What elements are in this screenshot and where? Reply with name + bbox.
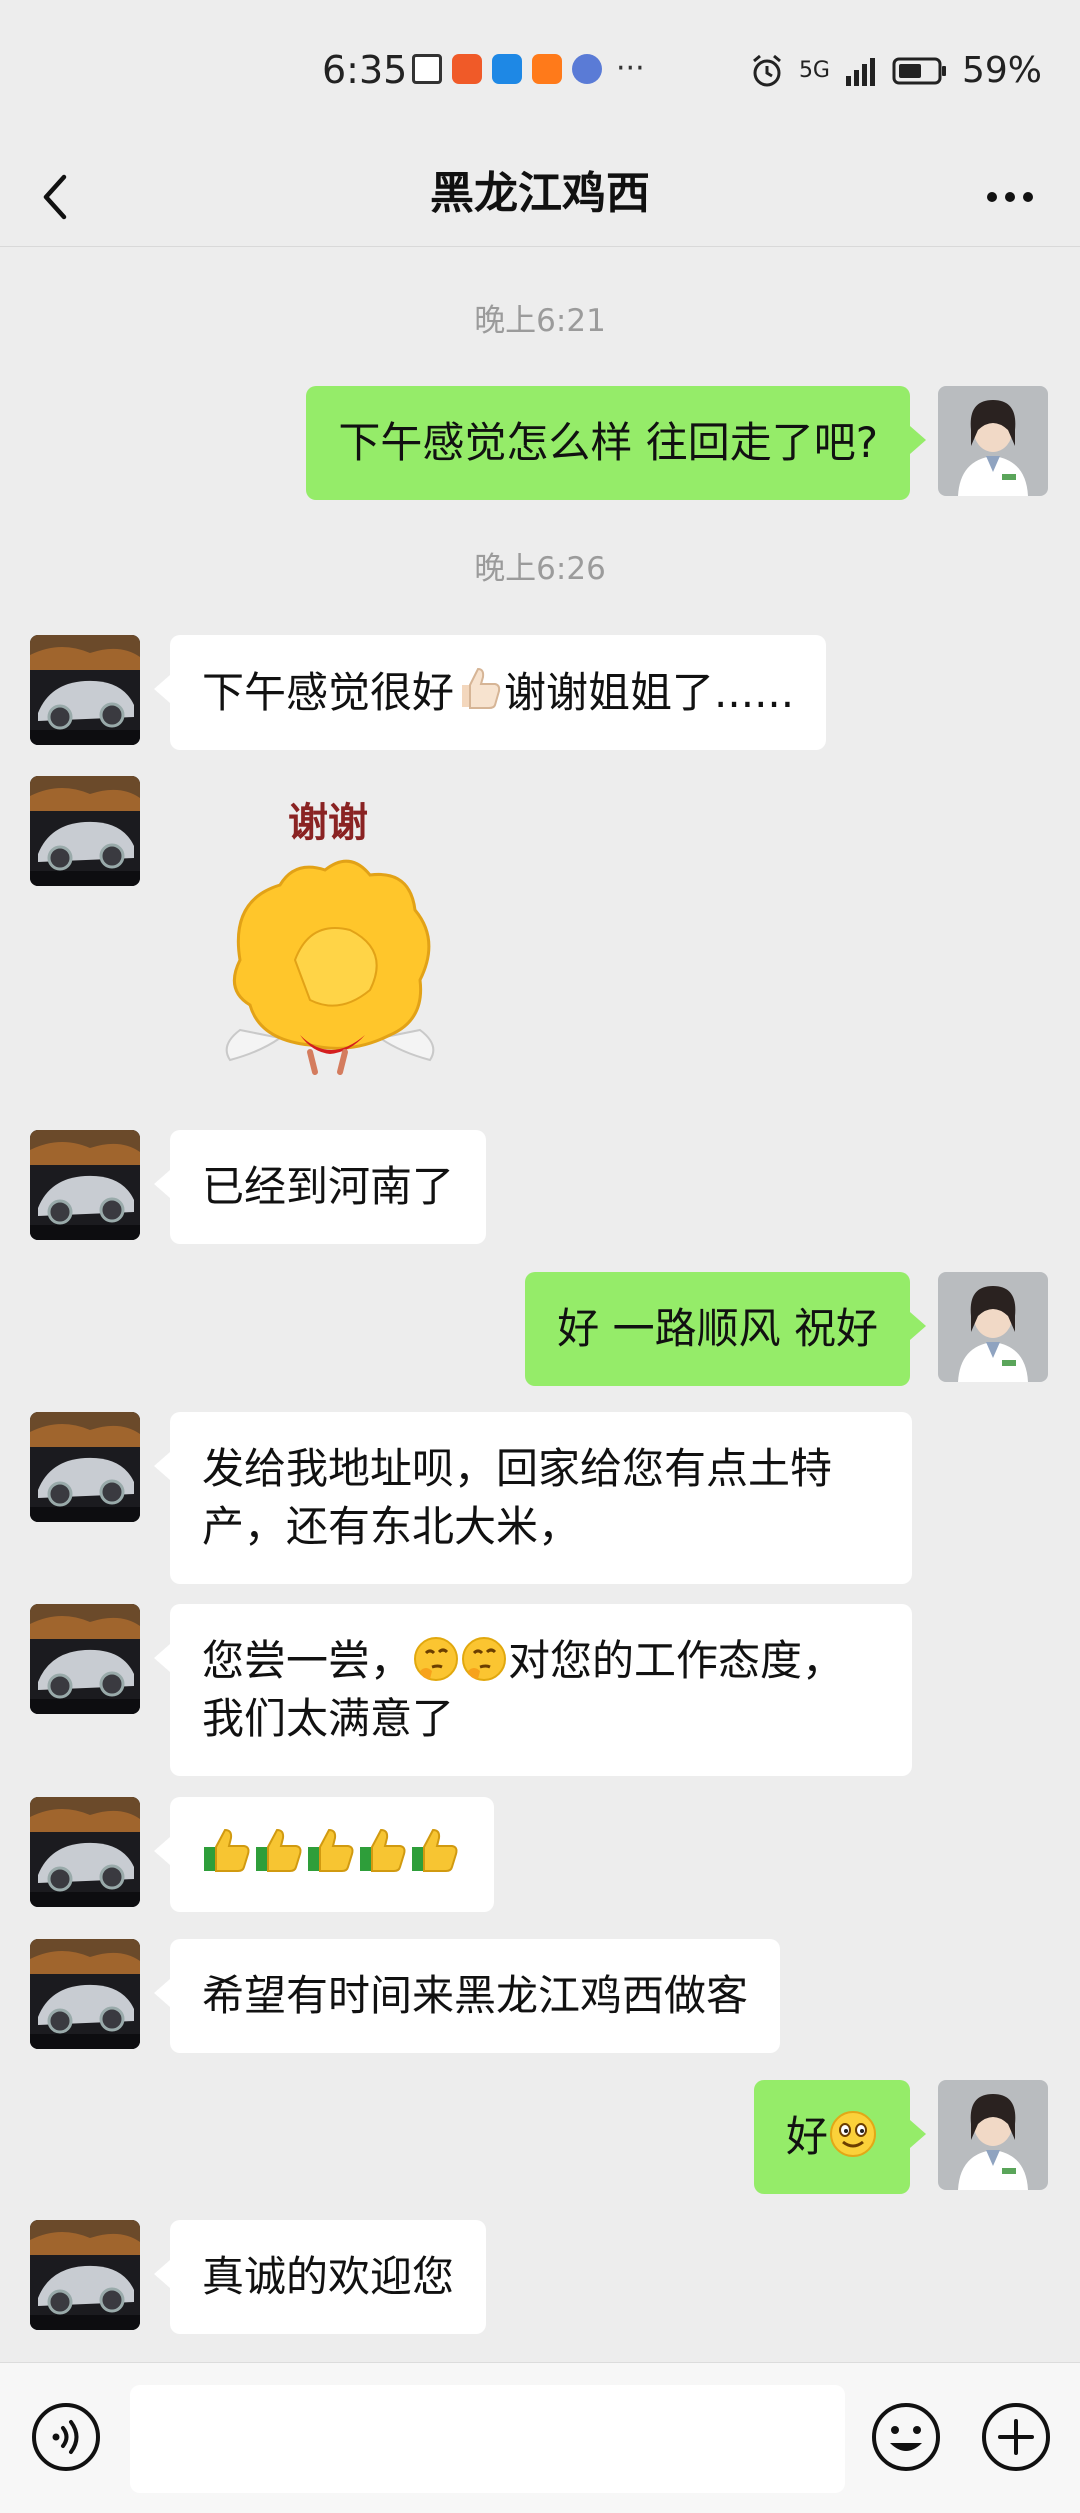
contact-avatar[interactable] (30, 635, 140, 745)
smile-emoji-icon (830, 2111, 876, 2157)
message-text: 谢谢姐姐了...... (504, 668, 795, 717)
more-options-icon[interactable] (980, 167, 1040, 227)
thumbs-up-emoji-icon (256, 1828, 302, 1872)
contact-avatar[interactable] (30, 1939, 140, 2049)
message-text: 好 (785, 2112, 828, 2161)
message-bubble-contact[interactable]: 已经到河南了 (153, 1130, 487, 1244)
message-input[interactable] (130, 2385, 845, 2493)
voice-input-icon[interactable] (30, 2401, 102, 2473)
gallery-notification-icon (412, 54, 442, 84)
status-time: 6:35 (322, 48, 408, 92)
self-avatar[interactable] (938, 2080, 1048, 2190)
battery-icon (892, 57, 946, 84)
self-avatar[interactable] (938, 386, 1048, 496)
message-text: 您尝一尝， (202, 1636, 413, 1685)
message-bubble-contact[interactable]: 下午感觉很好 谢谢姐姐了...... (153, 635, 827, 750)
more-functions-plus-icon[interactable] (980, 2401, 1052, 2473)
message-bubble-contact[interactable]: 希望有时间来黑龙江鸡西做客 (153, 1939, 781, 2053)
message-timestamp: 晚上6:26 (474, 551, 606, 587)
message-bubble-contact[interactable] (154, 1797, 494, 1912)
thumbs-up-emoji-icon (308, 1828, 354, 1872)
chat-header: 黑龙江鸡西 (0, 145, 1080, 247)
more-notifications-icon: ··· (616, 51, 645, 86)
contact-avatar[interactable] (30, 1412, 140, 1522)
status-bar: 6:35 ··· 5G 59% (0, 0, 1080, 145)
message-bubble-contact[interactable]: 真诚的欢迎您 (153, 2220, 487, 2334)
contact-avatar[interactable] (30, 1130, 140, 1240)
chat-title: 黑龙江鸡西 (430, 168, 650, 219)
thumbs-up-emoji-icon (462, 667, 501, 709)
message-bubble-self[interactable]: 下午感觉怎么样 往回走了吧? (306, 386, 926, 500)
notification-icons: ··· (412, 54, 645, 84)
message-bubble-contact[interactable]: 您尝一尝， 对您的工作态度，我们太满意了 (154, 1604, 912, 1776)
message-text: 下午感觉很好 (202, 668, 455, 717)
contact-avatar[interactable] (30, 2220, 140, 2330)
emoji-picker-icon[interactable] (870, 2401, 942, 2473)
contact-avatar[interactable] (30, 1797, 140, 1907)
thumbs-up-emoji-icon (360, 1828, 406, 1872)
contact-avatar[interactable] (30, 1604, 140, 1714)
message-timestamp: 晚上6:21 (474, 303, 606, 339)
self-avatar[interactable] (938, 1272, 1048, 1382)
battery-percent: 59% (961, 50, 1042, 91)
weibo-notification-icon (492, 54, 522, 84)
signal-icon (845, 57, 875, 86)
thinking-face-emoji-icon (462, 1637, 507, 1681)
thumbs-up-emoji-icon (412, 1828, 458, 1872)
taobao-notification-icon (532, 54, 562, 84)
network-type-label: 5G (798, 58, 830, 83)
app-notification-icon (452, 54, 482, 84)
thumbs-up-emoji-icon (204, 1828, 250, 1872)
alarm-icon (752, 54, 781, 86)
music-notification-icon (572, 54, 602, 84)
contact-avatar[interactable] (30, 776, 140, 886)
thanks-chick-sticker[interactable]: 谢谢 (200, 790, 460, 1100)
message-bubble-self[interactable]: 好 (753, 2080, 927, 2194)
message-bubble-self[interactable]: 好 一路顺风 祝好 (525, 1272, 926, 1386)
thinking-face-emoji-icon (414, 1637, 459, 1681)
message-bubble-contact[interactable]: 发给我地址呗，回家给您有点土特产，还有东北大米， (154, 1412, 912, 1584)
input-bar (0, 2362, 1080, 2513)
